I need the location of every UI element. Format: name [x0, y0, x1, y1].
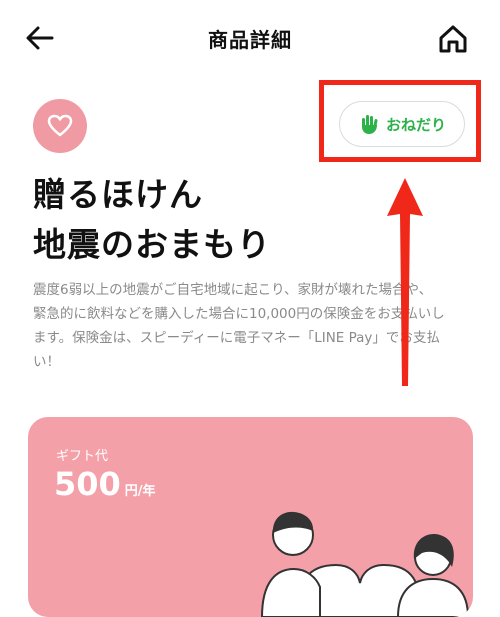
price-row: 500 円/年: [54, 465, 156, 503]
price-value: 500: [54, 465, 121, 503]
onedari-button[interactable]: おねだり: [339, 101, 465, 147]
home-icon: [439, 25, 467, 53]
header-bar: 商品詳細: [0, 0, 500, 75]
gift-price-card: ギフト代 500 円/年: [28, 417, 473, 617]
product-title-line-1: 贈るほけん: [33, 175, 203, 214]
couple-heart-illustration: [260, 511, 470, 617]
favorite-button[interactable]: [33, 99, 87, 153]
product-title-line-2: 地震のおまもり: [33, 225, 271, 264]
heart-icon: [47, 114, 73, 137]
page-title: 商品詳細: [208, 28, 292, 52]
product-title: 贈るほけん 地震のおまもり: [33, 170, 353, 270]
home-button[interactable]: [436, 22, 470, 56]
onedari-button-label: おねだり: [385, 115, 446, 134]
hand-icon: [361, 115, 378, 134]
gift-label: ギフト代: [56, 449, 109, 464]
price-unit: 円/年: [124, 484, 156, 499]
annotation-arrow: [387, 178, 423, 386]
